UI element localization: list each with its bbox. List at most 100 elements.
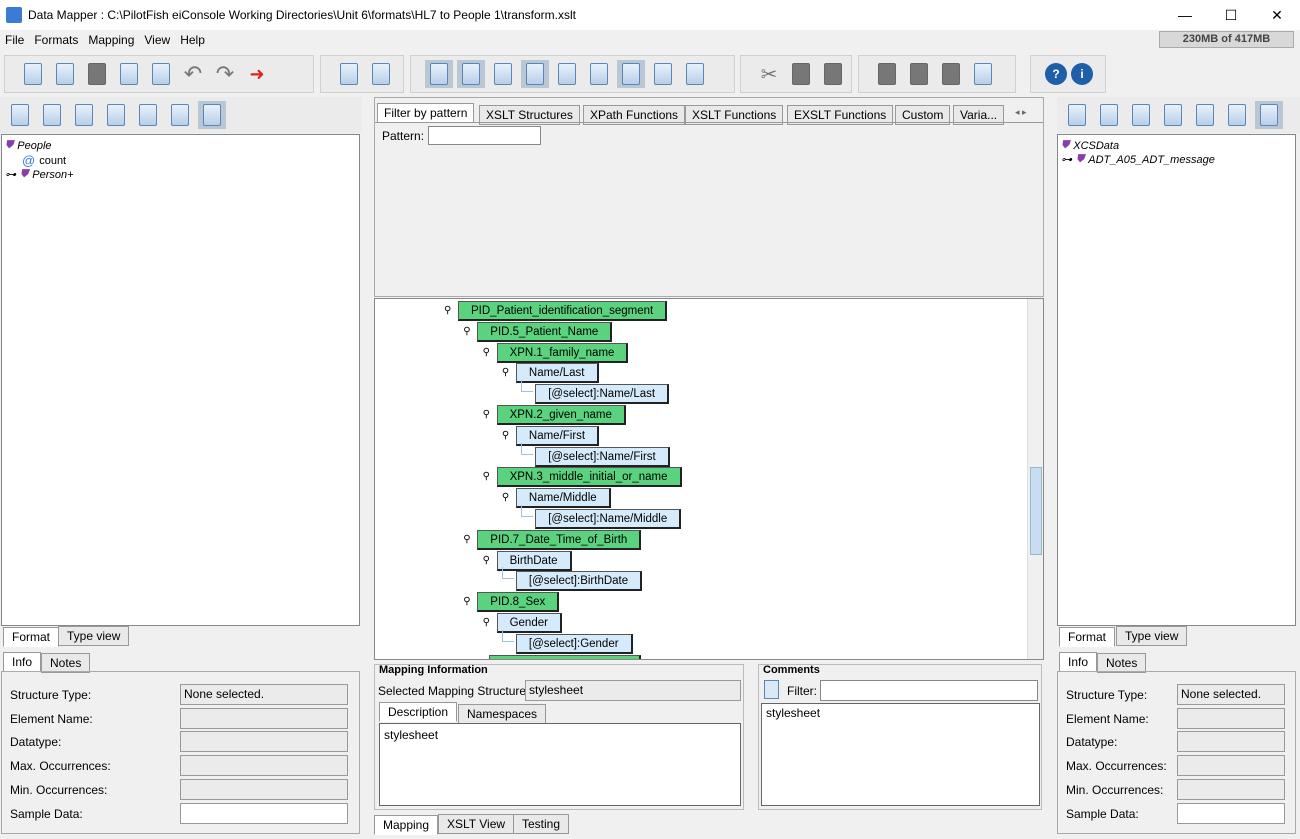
tab-type-view[interactable]: Type view: [58, 626, 130, 646]
list-view-icon[interactable]: [489, 60, 517, 88]
open-icon[interactable]: [51, 60, 79, 88]
find-icon[interactable]: [38, 101, 66, 129]
save-time-icon[interactable]: [553, 60, 581, 88]
menu-help[interactable]: Help: [175, 33, 210, 47]
info-view-icon[interactable]: [425, 60, 453, 88]
segment-node[interactable]: XPN.1_family_name: [496, 342, 629, 363]
preview-icon[interactable]: [134, 101, 162, 129]
tab-format[interactable]: Format: [1059, 627, 1116, 647]
layers-icon[interactable]: [969, 60, 997, 88]
export-icon[interactable]: [1063, 101, 1091, 129]
exit-icon[interactable]: ➜: [243, 60, 271, 88]
menu-formats[interactable]: Formats: [29, 33, 83, 47]
target-node[interactable]: [@select]:BirthDate: [515, 571, 643, 592]
pattern-input[interactable]: [428, 126, 541, 145]
comments-text[interactable]: stylesheet: [761, 703, 1040, 806]
node-pin-icon[interactable]: ⚲: [483, 555, 493, 567]
new-xls-icon[interactable]: [147, 60, 175, 88]
tab-mapping[interactable]: Mapping: [374, 815, 439, 835]
node-pin-icon[interactable]: ⚲: [483, 471, 493, 483]
target-node[interactable]: [@select]:Name/Middle: [535, 509, 682, 529]
copy-icon[interactable]: [787, 60, 815, 88]
edit-icon[interactable]: [166, 101, 194, 129]
tab-info[interactable]: Info: [3, 652, 42, 672]
help-icon[interactable]: ?: [1045, 63, 1067, 85]
segment-node[interactable]: XPN.2_given_name: [496, 405, 626, 425]
node-pin-icon[interactable]: ⚲: [502, 430, 512, 442]
about-icon[interactable]: i: [1071, 63, 1093, 85]
node-pin-icon[interactable]: ⚲: [463, 534, 473, 546]
node-pin-icon[interactable]: ⚲: [463, 596, 473, 608]
source-tree[interactable]: ⛊ People @ count ⊶ ⛊ Person+: [1, 134, 360, 626]
new-icon[interactable]: [19, 60, 47, 88]
format-settings-icon[interactable]: [367, 60, 395, 88]
preview-icon[interactable]: [1191, 101, 1219, 129]
tab-notes[interactable]: Notes: [1097, 653, 1147, 673]
minimize-button[interactable]: —: [1162, 0, 1208, 30]
tab-notes[interactable]: Notes: [41, 653, 91, 673]
maximize-button[interactable]: ☐: [1208, 0, 1254, 30]
tree-node-people[interactable]: ⛊ People: [5, 139, 52, 152]
color-view-icon[interactable]: [457, 60, 485, 88]
menu-view[interactable]: View: [139, 33, 175, 47]
target-node[interactable]: [@select]:Name/First: [535, 446, 670, 467]
document-icon[interactable]: [585, 60, 613, 88]
segment-node[interactable]: PID_Patient_identification_segment: [458, 301, 668, 321]
segment-node[interactable]: PID.8_Sex: [477, 592, 560, 613]
close-button[interactable]: ✕: [1254, 0, 1300, 30]
move-up-icon[interactable]: [873, 60, 901, 88]
node-pin-icon[interactable]: ⚲: [483, 409, 493, 421]
tab-type-view[interactable]: Type view: [1116, 626, 1188, 646]
cut-icon[interactable]: ✂: [755, 60, 783, 88]
node-pin-icon[interactable]: ⚲: [463, 326, 473, 338]
expand-icon[interactable]: ⊶: [1061, 153, 1072, 166]
segment-node[interactable]: [489, 655, 641, 659]
node-pin-icon[interactable]: ⚲: [483, 617, 493, 629]
add-format-icon[interactable]: [335, 60, 363, 88]
redo-icon[interactable]: ↷: [211, 60, 239, 88]
tab-format[interactable]: Format: [3, 627, 60, 647]
undo-icon[interactable]: ↶: [179, 60, 207, 88]
field-value[interactable]: [180, 802, 348, 824]
structure-icon[interactable]: [102, 101, 130, 129]
xml-view-icon[interactable]: [521, 60, 549, 88]
attribute-view-icon[interactable]: [617, 60, 645, 88]
tree-select-icon[interactable]: [198, 101, 226, 129]
move-center-icon[interactable]: [905, 60, 933, 88]
node-pin-icon[interactable]: ⚲: [502, 492, 512, 504]
segment-node[interactable]: XPN.3_middle_initial_or_name: [496, 467, 682, 488]
menu-mapping[interactable]: Mapping: [83, 33, 139, 47]
document-icon[interactable]: [1127, 101, 1155, 129]
comments-filter-input[interactable]: [820, 680, 1038, 701]
tree-node-xcsdata[interactable]: ⛊ XCSData: [1061, 139, 1119, 152]
tab-namespaces[interactable]: Namespaces: [458, 704, 547, 724]
tree-node-person[interactable]: ⊶ ⛊ Person+: [5, 168, 74, 181]
tab-description[interactable]: Description: [379, 702, 458, 722]
vertical-scrollbar[interactable]: [1027, 299, 1043, 659]
database-icon[interactable]: [681, 60, 709, 88]
save-icon[interactable]: [83, 60, 111, 88]
tree-node-count[interactable]: @ count: [22, 153, 66, 168]
edit-icon[interactable]: [1223, 101, 1251, 129]
tab-testing[interactable]: Testing: [513, 814, 570, 834]
mapping-tree[interactable]: ⚲ PID_Patient_identification_segment ⚲ PID.…: [374, 298, 1044, 660]
paste-icon[interactable]: [819, 60, 847, 88]
node-pin-icon[interactable]: ⚲: [502, 367, 512, 379]
menu-file[interactable]: File: [0, 33, 29, 47]
tab-info[interactable]: Info: [1059, 652, 1098, 672]
field-value[interactable]: [1177, 802, 1285, 824]
tab-filter-by-pattern[interactable]: Filter by pattern: [377, 103, 475, 123]
node-pin-icon[interactable]: ⚲: [444, 305, 454, 317]
move-down-icon[interactable]: [937, 60, 965, 88]
target-tree[interactable]: ⛊ XCSData ⊶ ⛊ ADT_A05_ADT_message: [1057, 134, 1296, 626]
node-pin-icon[interactable]: ⚲: [483, 347, 493, 359]
expand-icon[interactable]: ⊶: [5, 168, 16, 181]
tab-scroll-arrows-icon[interactable]: ◂ ▸: [1015, 107, 1027, 118]
description-text[interactable]: stylesheet: [379, 723, 741, 806]
segment-node[interactable]: PID.5_Patient_Name: [477, 321, 613, 342]
target-node[interactable]: [@select]:Gender: [515, 633, 633, 654]
structure-icon[interactable]: [1159, 101, 1187, 129]
table-icon[interactable]: [649, 60, 677, 88]
segment-node[interactable]: PID.7_Date_Time_of_Birth: [477, 529, 642, 550]
save-as-icon[interactable]: [115, 60, 143, 88]
